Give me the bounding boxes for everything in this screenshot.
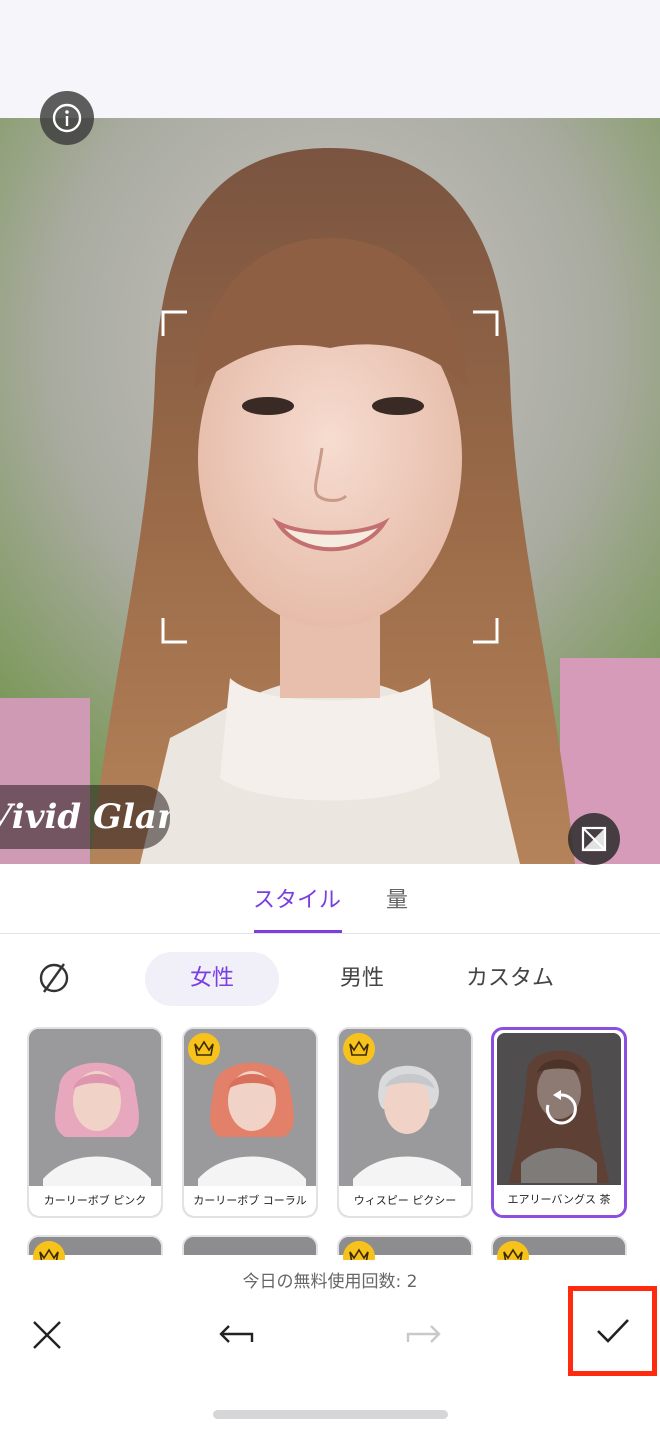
bottom-action-bar: 今日の無料使用回数: 2 (0, 1255, 660, 1431)
free-uses-counter: 今日の無料使用回数: 2 (242, 1272, 418, 1292)
portrait-illustration (0, 118, 660, 864)
info-button[interactable] (40, 91, 94, 145)
no-style-button[interactable] (36, 960, 72, 1000)
redo-icon (406, 1325, 441, 1343)
close-button[interactable] (25, 1313, 69, 1357)
top-bar (0, 0, 660, 118)
tab-underline (254, 930, 342, 933)
check-icon (596, 1319, 629, 1343)
style-label: ウィスピー ピクシー (339, 1186, 471, 1216)
tab-amount[interactable]: 量 (386, 882, 408, 914)
compare-icon (581, 826, 607, 852)
category-filters: 女性 男性 カスタム (0, 936, 660, 1022)
filter-custom[interactable]: カスタム (455, 952, 565, 1006)
style-card-selected[interactable]: エアリーバングス 茶 (491, 1027, 627, 1218)
style-label: カーリーボブ コーラル (184, 1186, 316, 1216)
premium-badge (343, 1033, 375, 1065)
refresh-icon (545, 1090, 577, 1125)
compare-button[interactable] (568, 813, 620, 865)
mode-tabs: スタイル 量 (0, 864, 660, 934)
style-card[interactable]: カーリーボブ コーラル (182, 1027, 318, 1218)
style-label: エアリーバングス 茶 (494, 1185, 624, 1215)
style-card[interactable]: ウィスピー ピクシー (337, 1027, 473, 1218)
crown-icon (194, 1040, 214, 1056)
style-card[interactable]: カーリーボブ ピンク (27, 1027, 163, 1218)
no-style-icon (39, 963, 69, 993)
undo-icon (219, 1325, 254, 1343)
portrait-photo (0, 118, 660, 864)
home-indicator (213, 1410, 448, 1419)
close-icon (33, 1321, 61, 1349)
premium-badge (188, 1033, 220, 1065)
filter-male[interactable]: 男性 (320, 952, 404, 1006)
confirm-button[interactable] (568, 1286, 657, 1376)
info-icon (52, 103, 82, 133)
crown-icon (349, 1248, 369, 1260)
tab-style[interactable]: スタイル (253, 882, 341, 914)
watermark-label: Vivid Glam (0, 785, 170, 849)
style-grid: カーリーボブ ピンク カーリーボブ コーラル ウィスピー ピクシー エアリーバン… (0, 1025, 660, 1260)
crown-icon (349, 1040, 369, 1056)
style-label: カーリーボブ ピンク (29, 1186, 161, 1216)
redo-button[interactable] (402, 1313, 446, 1357)
refresh-button[interactable] (540, 1088, 582, 1130)
crown-icon (503, 1248, 523, 1260)
filter-female[interactable]: 女性 (145, 952, 279, 1006)
crown-icon (39, 1248, 59, 1260)
undo-button[interactable] (214, 1313, 258, 1357)
